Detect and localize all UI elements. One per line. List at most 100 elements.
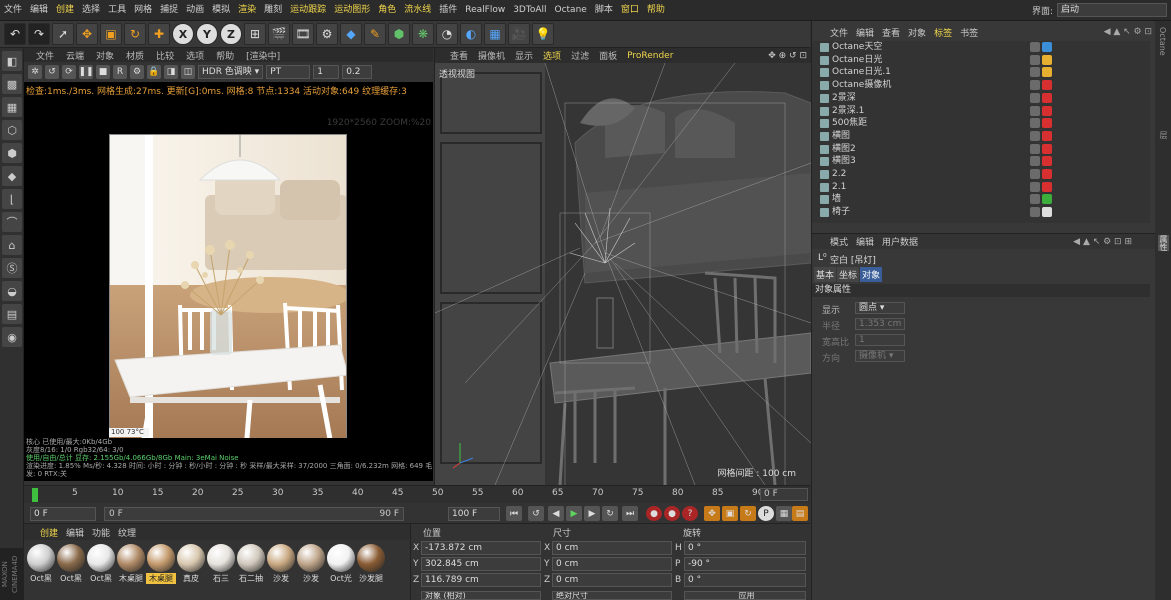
size-mode-select[interactable]: 绝对尺寸 (552, 591, 672, 600)
tab-layers-side[interactable]: 层 (1158, 131, 1169, 139)
apply-button[interactable]: 应用 (684, 591, 806, 600)
cube-icon[interactable]: ◆ (340, 23, 362, 45)
lock-icon[interactable]: ◉ (2, 327, 22, 347)
octane-refresh-icon[interactable]: ⟳ (62, 65, 76, 79)
coord-system-icon[interactable]: ⊞ (244, 23, 266, 45)
texture-mode-icon[interactable]: ▩ (2, 74, 22, 94)
cloner-icon[interactable]: ❋ (412, 23, 434, 45)
auto-key-icon[interactable]: ● (664, 506, 680, 521)
visibility-toggle-icon[interactable] (1030, 67, 1040, 78)
visibility-toggle-icon[interactable] (1030, 181, 1040, 192)
current-frame-field[interactable]: 0 F (760, 488, 808, 501)
octane-stop-icon[interactable]: ■ (96, 65, 110, 79)
material-swatch[interactable]: Oct黑 (86, 544, 116, 596)
object-row[interactable]: 2景深.1 (812, 105, 1150, 118)
object-tag-icon[interactable] (1042, 130, 1052, 141)
menu-item[interactable]: 3DToAll (509, 0, 550, 21)
timeline-window-icon[interactable]: ▤ (792, 506, 808, 521)
viewport-menu-item[interactable]: 面板 (594, 49, 622, 62)
key-rotate-icon[interactable]: ↻ (740, 506, 756, 521)
menu-item[interactable]: 脚本 (591, 0, 617, 21)
attribute-value-field[interactable]: 圆点 ▾ (855, 302, 905, 314)
object-menu-item[interactable]: 对象 (904, 26, 930, 39)
object-tag-icon[interactable] (1042, 169, 1052, 179)
octane-pause-icon[interactable]: ❚❚ (78, 65, 94, 79)
select-tool-icon[interactable]: ➚ (52, 23, 74, 45)
polygons-mode-icon[interactable]: ◆ (2, 166, 22, 186)
play-icon[interactable]: ▶ (566, 506, 582, 521)
octane-lock-icon[interactable]: 🔒 (147, 65, 161, 79)
object-row[interactable]: 横图3 (812, 155, 1150, 168)
octane-send-icon[interactable]: ✲ (28, 65, 42, 79)
perspective-viewport[interactable]: 查看 摄像机 显示 选项 过滤 面板 ProRender ✥ ⊕ ↺ ⊡ 透视视… (434, 48, 811, 485)
octane-picker-icon[interactable]: ◫ (181, 65, 195, 79)
material-menu-edit[interactable]: 编辑 (62, 526, 88, 539)
object-tag-icon[interactable] (1042, 118, 1052, 129)
visibility-toggle-icon[interactable] (1030, 105, 1040, 116)
viewport-menu-item[interactable]: 选项 (538, 49, 566, 62)
object-menu-item[interactable]: 书签 (956, 26, 982, 39)
key-scale-icon[interactable]: ▣ (722, 506, 738, 521)
key-move-icon[interactable]: ✥ (704, 506, 720, 521)
pos-y-field[interactable]: 302.845 cm (421, 557, 541, 571)
scale-tool-icon[interactable]: ▣ (100, 23, 122, 45)
material-menu-texture[interactable]: 纹理 (114, 526, 140, 539)
object-tag-icon[interactable] (1042, 54, 1052, 65)
material-swatch[interactable]: Oct黑 (26, 544, 56, 596)
viewport-menu-item[interactable]: ProRender (622, 51, 678, 61)
visibility-toggle-icon[interactable] (1030, 143, 1040, 154)
y-axis-button[interactable]: Y (196, 23, 218, 45)
move-tool-icon[interactable]: ✥ (76, 23, 98, 45)
object-tag-icon[interactable] (1042, 92, 1052, 103)
material-swatch[interactable]: 沙发 (266, 544, 296, 596)
rot-h-field[interactable]: 0 ° (684, 541, 806, 555)
object-row[interactable]: 墙 (812, 193, 1150, 206)
model-mode-icon[interactable]: ◧ (2, 51, 22, 71)
attr-nav-icons[interactable]: ◀ ▲ ↖ ⚙ ⊡ ⊞ (1073, 237, 1132, 247)
menu-item[interactable]: Octane (551, 0, 591, 21)
octane-menu-file[interactable]: 文件 (30, 49, 60, 62)
coord-mode-select[interactable]: 对象 (相对) (421, 591, 541, 600)
tonemap-select[interactable]: HDR 色调映 ▾ (198, 65, 264, 79)
size-z-field[interactable]: 0 cm (552, 573, 672, 587)
material-swatch[interactable]: 沙发腿 (356, 544, 386, 596)
object-menu-item[interactable]: 查看 (878, 26, 904, 39)
menu-item[interactable]: 渲染 (234, 0, 260, 21)
octane-restart-icon[interactable]: ↺ (45, 65, 59, 79)
tab-object[interactable]: 对象 (860, 267, 883, 282)
playhead[interactable] (32, 488, 38, 502)
material-swatch[interactable]: Oct黑 (56, 544, 86, 596)
edges-mode-icon[interactable]: ⬢ (2, 143, 22, 163)
attr-menu-mode[interactable]: 模式 (826, 235, 852, 248)
visibility-toggle-icon[interactable] (1030, 156, 1040, 167)
attribute-value-field[interactable]: 1.353 cm (855, 318, 905, 330)
attr-menu-userdata[interactable]: 用户数据 (878, 235, 922, 248)
mouse-icon[interactable]: ⌂ (2, 235, 22, 255)
octane-menu-objects[interactable]: 对象 (90, 49, 120, 62)
end-frame-field[interactable]: 100 F (448, 507, 500, 521)
menu-item[interactable]: 网格 (130, 0, 156, 21)
octane-menu-options[interactable]: 选项 (180, 49, 210, 62)
octane-color-icon[interactable]: ◨ (164, 65, 178, 79)
octane-region-icon[interactable]: R (113, 65, 127, 79)
subdivision-icon[interactable]: ⬢ (388, 23, 410, 45)
environment-icon[interactable]: ◐ (460, 23, 482, 45)
pen-icon[interactable]: ✎ (364, 23, 386, 45)
tab-basic[interactable]: 基本 (814, 267, 837, 282)
next-frame-icon[interactable]: ▶ (584, 506, 600, 521)
object-tag-icon[interactable] (1042, 143, 1052, 154)
menu-item[interactable]: 创建 (52, 0, 78, 21)
object-tag-icon[interactable] (1042, 67, 1052, 78)
camera-icon[interactable]: 🎥 (508, 23, 530, 45)
visibility-toggle-icon[interactable] (1030, 130, 1040, 141)
octane-menu-compare[interactable]: 比较 (150, 49, 180, 62)
visibility-toggle-icon[interactable] (1030, 80, 1040, 91)
object-row[interactable]: 2.2 (812, 168, 1150, 181)
rot-b-field[interactable]: 0 ° (684, 573, 806, 587)
menu-item[interactable]: RealFlow (461, 0, 509, 21)
object-menu-item[interactable]: 编辑 (852, 26, 878, 39)
material-swatch[interactable]: 石三 (206, 544, 236, 596)
menu-item[interactable]: 工具 (104, 0, 130, 21)
viewport-menu-item[interactable]: 查看 (445, 49, 473, 62)
render-settings-icon[interactable]: ⚙ (316, 23, 338, 45)
